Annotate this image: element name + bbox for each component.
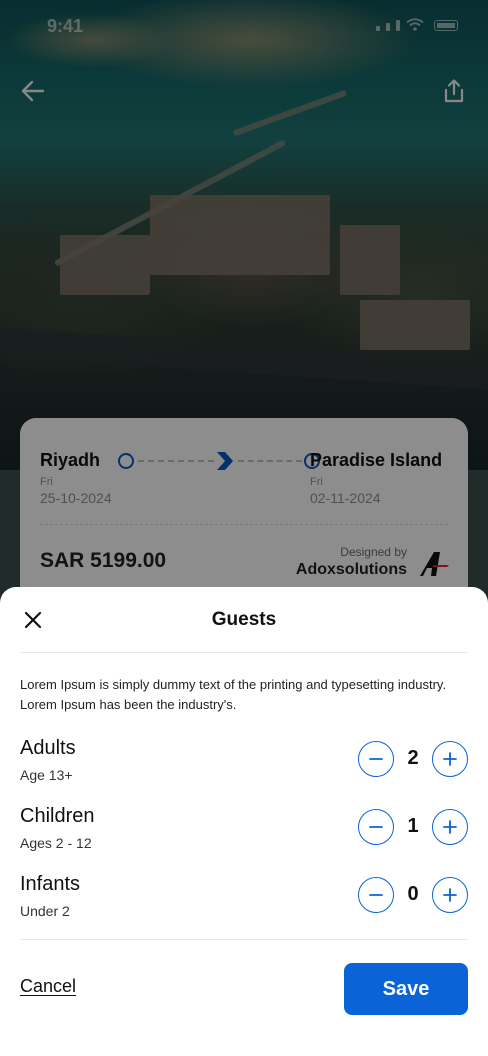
sheet-description: Lorem Ipsum is simply dummy text of the …: [20, 677, 447, 712]
guests-sheet: Guests Lorem Ipsum is simply dummy text …: [0, 587, 488, 1056]
guest-count: 1: [407, 815, 419, 837]
save-button[interactable]: Save: [344, 963, 468, 1015]
plus-icon: [443, 820, 457, 834]
guest-sublabel: Age 13+: [20, 767, 73, 783]
plus-icon: [443, 888, 457, 902]
guest-count: 0: [407, 883, 419, 905]
adults-stepper: 2: [358, 741, 468, 779]
decrement-button[interactable]: [358, 809, 394, 845]
guest-sublabel: Ages 2 - 12: [20, 835, 92, 851]
guest-row-adults: Adults Age 13+ 2: [20, 737, 468, 789]
decrement-button[interactable]: [358, 741, 394, 777]
cancel-button[interactable]: Cancel: [20, 976, 76, 997]
guest-row-children: Children Ages 2 - 12 1: [20, 805, 468, 857]
minus-icon: [369, 758, 383, 760]
minus-icon: [369, 894, 383, 896]
infants-stepper: 0: [358, 877, 468, 915]
plus-icon: [443, 752, 457, 766]
children-stepper: 1: [358, 809, 468, 847]
increment-button[interactable]: [432, 809, 468, 845]
decrement-button[interactable]: [358, 877, 394, 913]
increment-button[interactable]: [432, 741, 468, 777]
guest-row-infants: Infants Under 2 0: [20, 873, 468, 925]
guest-count: 2: [407, 747, 419, 769]
footer-divider: [20, 939, 468, 940]
increment-button[interactable]: [432, 877, 468, 913]
guest-label: Infants: [20, 873, 81, 895]
minus-icon: [369, 826, 383, 828]
guest-sublabel: Under 2: [20, 903, 70, 919]
guest-label: Adults: [20, 737, 76, 759]
header-divider: [20, 652, 468, 653]
guest-label: Children: [20, 805, 95, 827]
sheet-title: Guests: [211, 609, 277, 630]
